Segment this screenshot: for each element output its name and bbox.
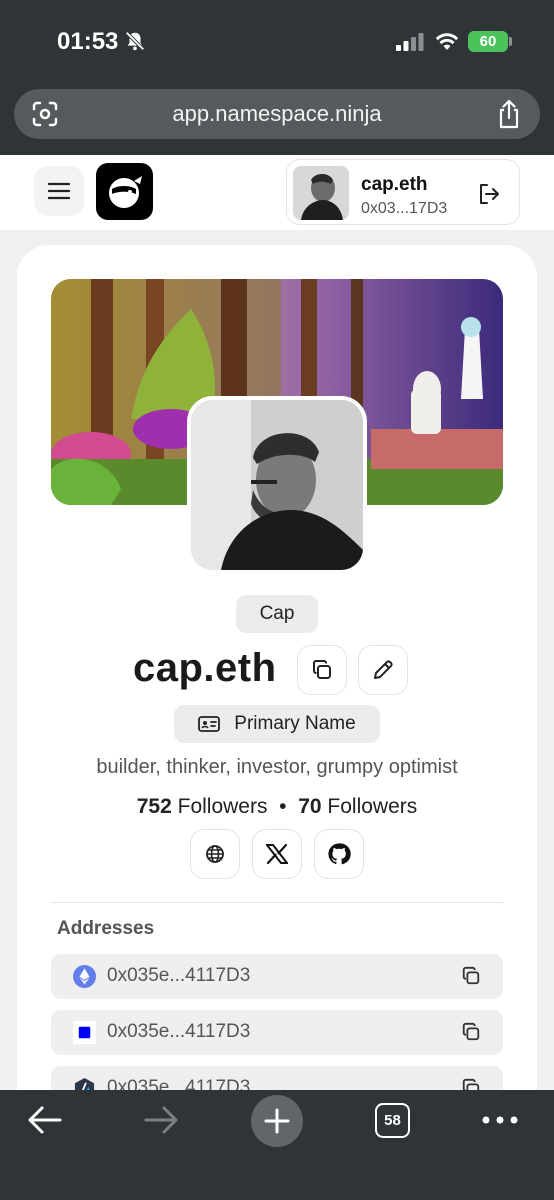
new-tab-button[interactable] bbox=[251, 1095, 303, 1147]
primary-name-label: Primary Name bbox=[234, 713, 356, 734]
logout-icon[interactable] bbox=[477, 182, 501, 206]
copy-icon bbox=[313, 660, 331, 679]
base-icon bbox=[73, 1021, 96, 1044]
plus-icon bbox=[264, 1108, 290, 1134]
wifi-icon bbox=[435, 33, 459, 50]
namespace-logo[interactable] bbox=[96, 163, 153, 220]
ethereum-icon bbox=[73, 965, 96, 988]
menu-button[interactable] bbox=[34, 166, 84, 216]
edit-profile-button[interactable] bbox=[358, 645, 408, 695]
github-icon bbox=[328, 843, 351, 865]
back-arrow-icon[interactable] bbox=[26, 1104, 64, 1136]
address-bar[interactable]: app.namespace.ninja bbox=[14, 89, 540, 139]
battery-indicator: 60 bbox=[468, 31, 508, 52]
bell-off-icon bbox=[125, 31, 145, 51]
following-label[interactable]: Followers bbox=[327, 795, 417, 818]
profile-bio: builder, thinker, investor, grumpy optim… bbox=[96, 756, 458, 778]
address-row[interactable]: 0x035e...4117D3 bbox=[51, 1010, 503, 1055]
following-count[interactable]: 70 bbox=[298, 795, 321, 818]
more-options-icon[interactable] bbox=[480, 1110, 520, 1130]
account-chip[interactable]: cap.eth 0x03...17D3 bbox=[286, 159, 520, 225]
copy-name-button[interactable] bbox=[297, 645, 347, 695]
globe-icon bbox=[206, 845, 224, 863]
followers-count[interactable]: 752 bbox=[137, 795, 172, 818]
github-link-button[interactable] bbox=[314, 829, 364, 879]
id-card-icon bbox=[198, 716, 221, 732]
nickname-badge: Cap bbox=[236, 595, 318, 633]
ninja-logo-icon bbox=[108, 175, 142, 208]
account-name: cap.eth bbox=[361, 174, 428, 195]
forward-arrow-icon[interactable] bbox=[142, 1104, 180, 1136]
copy-icon[interactable] bbox=[461, 966, 481, 986]
addresses-title: Addresses bbox=[57, 918, 155, 939]
profile-avatar bbox=[187, 396, 367, 574]
address-text: 0x035e...4117D3 bbox=[107, 965, 251, 986]
pencil-icon bbox=[374, 660, 393, 679]
address-text: 0x035e...4117D3 bbox=[107, 1021, 251, 1042]
website-link-button[interactable] bbox=[190, 829, 240, 879]
hamburger-icon bbox=[48, 182, 70, 200]
account-avatar bbox=[293, 166, 349, 220]
copy-icon[interactable] bbox=[461, 1022, 481, 1042]
x-link-button[interactable] bbox=[252, 829, 302, 879]
follow-stats: 752 Followers • 70 Followers bbox=[0, 795, 554, 819]
browser-toolbar: 58 bbox=[0, 1090, 554, 1200]
primary-name-badge: Primary Name bbox=[174, 705, 380, 743]
status-and-url-bar: 01:53 60 app.namespace.ninja bbox=[0, 0, 554, 155]
ens-name: cap.eth bbox=[133, 646, 277, 690]
account-address: 0x03...17D3 bbox=[361, 200, 448, 217]
section-divider bbox=[51, 902, 503, 903]
battery-tip bbox=[509, 37, 512, 46]
address-row[interactable]: 0x035e...4117D3 bbox=[51, 954, 503, 999]
app-header: cap.eth 0x03...17D3 bbox=[0, 155, 554, 230]
url-text[interactable]: app.namespace.ninja bbox=[14, 101, 540, 127]
status-time: 01:53 bbox=[57, 28, 119, 55]
followers-label[interactable]: Followers bbox=[178, 795, 268, 818]
tab-switcher-button[interactable]: 58 bbox=[375, 1103, 410, 1138]
share-icon[interactable] bbox=[496, 99, 522, 129]
follow-separator: • bbox=[279, 795, 287, 818]
x-logo-icon bbox=[266, 844, 288, 864]
signal-icon bbox=[396, 33, 424, 51]
